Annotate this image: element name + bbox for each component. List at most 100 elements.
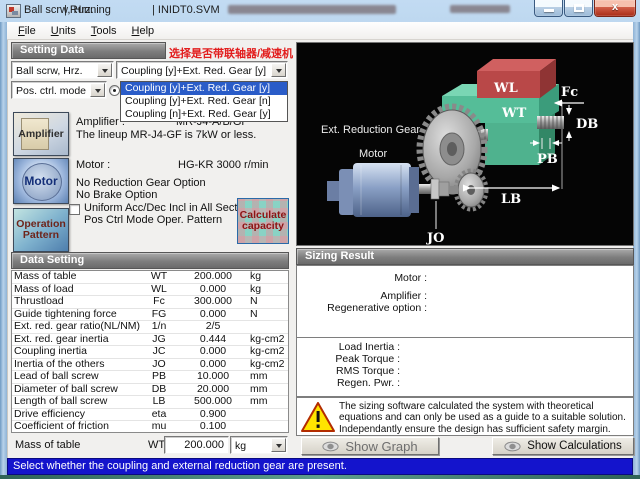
amplifier-note: The lineup MR-J4-GF is 7kW or less. xyxy=(76,129,256,141)
table-row[interactable]: Guide tightening force FG 0.000 N xyxy=(12,308,289,321)
row-unit: kg-cm2 xyxy=(248,333,289,346)
menu-item[interactable]: Help xyxy=(125,23,163,39)
row-symbol: LB xyxy=(140,396,178,409)
unit-select[interactable]: kg xyxy=(230,436,288,454)
maximize-button[interactable] xyxy=(564,0,593,17)
warning-box: The sizing software calculated the syste… xyxy=(296,397,634,436)
client-area: Setting Data 选择是否带联轴器/减速机 Ball scrw, Hrz… xyxy=(7,40,633,458)
mass-of-table-input[interactable]: 200.000 xyxy=(164,436,229,454)
uniform-accdec-label-line1: Uniform Acc/Dec Incl in All Sect. of xyxy=(84,202,253,214)
sizing-field-label: Regenerative option : xyxy=(297,302,427,314)
table-row[interactable]: Ext. red. gear ratio(NL/NM) 1/n 2/5 xyxy=(12,321,289,334)
coupling-select-value: Coupling [y]+Ext. Red. Gear [y] xyxy=(121,65,266,77)
titlebar-watermark xyxy=(450,5,510,13)
menu-item[interactable]: File xyxy=(11,23,44,39)
sizing-field-label: Regen. Pwr. : xyxy=(297,377,400,389)
row-label: Thrustload xyxy=(12,296,140,309)
title-bar[interactable]: Ball scrw, Hrz. | Running | INIDT0.SVM x xyxy=(0,0,640,22)
close-icon: x xyxy=(595,1,635,13)
calculate-capacity-button[interactable]: Calculatecapacity xyxy=(237,198,289,244)
mechanism-diagram: WL WT Fc DB PB LB JO Ext. Reduction Gear… xyxy=(296,42,634,246)
table-row[interactable]: Coefficient of friction mu 0.100 xyxy=(12,421,289,434)
row-symbol: JC xyxy=(140,346,178,359)
data-setting-header: Data Setting xyxy=(11,252,289,269)
row-symbol: WL xyxy=(140,283,178,296)
diagram-ext-gear-label: Ext. Reduction Gear xyxy=(321,124,420,136)
amplifier-button[interactable]: Amplifier xyxy=(13,112,69,156)
row-unit xyxy=(248,421,289,434)
window-frame-left xyxy=(0,22,7,479)
status-bar: Select whether the coupling and external… xyxy=(7,458,633,475)
table-row[interactable]: Mass of load WL 0.000 kg xyxy=(12,283,289,296)
operation-pattern-button[interactable]: OperationPattern xyxy=(13,208,69,252)
show-calculations-button[interactable]: Show Calculations xyxy=(492,437,634,455)
uniform-accdec-checkbox[interactable] xyxy=(69,204,80,215)
window-frame-right xyxy=(633,22,640,479)
row-symbol: WT xyxy=(140,271,178,283)
data-setting-table: Mass of table WT 200.000 kg Mass of load… xyxy=(11,270,289,433)
row-label: Inertia of the others xyxy=(12,358,140,371)
table-row[interactable]: Thrustload Fc 300.000 N xyxy=(12,296,289,309)
coupling-radio[interactable] xyxy=(109,85,120,96)
table-row[interactable]: Ext. red. gear inertia JG 0.444 kg-cm2 xyxy=(12,333,289,346)
app-icon xyxy=(6,4,21,18)
control-mode-select[interactable]: Pos. ctrl. mode xyxy=(11,81,107,99)
sizing-field-label: Motor : xyxy=(297,272,427,284)
table-row[interactable]: Diameter of ball screw DB 20.000 mm xyxy=(12,383,289,396)
window-file: | INIDT0.SVM xyxy=(152,4,220,16)
row-value: 500.000 xyxy=(178,396,248,409)
diagram-wt-label: WT xyxy=(501,106,527,121)
table-row[interactable]: Mass of table WT 200.000 kg xyxy=(12,271,289,283)
row-symbol: PB xyxy=(140,371,178,384)
table-row[interactable]: Lead of ball screw PB 10.000 mm xyxy=(12,371,289,384)
motor-button[interactable]: Motor xyxy=(13,158,69,204)
table-row[interactable]: Coupling inertia JC 0.000 kg-cm2 xyxy=(12,346,289,359)
eye-icon xyxy=(504,441,521,452)
diagram-wl-label: WL xyxy=(493,81,518,96)
minimize-button[interactable] xyxy=(534,0,563,17)
row-unit xyxy=(248,408,289,421)
show-graph-button[interactable]: Show Graph xyxy=(301,437,439,455)
maximize-icon xyxy=(574,4,584,12)
chevron-down-icon[interactable] xyxy=(271,438,286,452)
row-unit: kg-cm2 xyxy=(248,346,289,359)
row-unit: kg xyxy=(248,271,289,283)
dropdown-option[interactable]: Coupling [y]+Ext. Red. Gear [n] xyxy=(121,95,287,108)
row-label: Coefficient of friction xyxy=(12,421,140,434)
warning-line: equations and can only be used as a guid… xyxy=(339,412,626,423)
row-symbol: Fc xyxy=(140,296,178,309)
row-label: Ext. red. gear inertia xyxy=(12,333,140,346)
menu-item[interactable]: Tools xyxy=(84,23,125,39)
row-value: 0.000 xyxy=(178,308,248,321)
close-button[interactable]: x xyxy=(594,0,636,17)
sizing-field-label: RMS Torque : xyxy=(297,365,400,377)
coupling-select[interactable]: Coupling [y]+Ext. Red. Gear [y] xyxy=(116,61,288,79)
chevron-down-icon[interactable] xyxy=(271,63,286,77)
row-unit xyxy=(248,321,289,334)
motor-label: Motor : xyxy=(76,159,110,171)
menu-item[interactable]: Units xyxy=(44,23,84,39)
chevron-down-icon[interactable] xyxy=(97,63,112,77)
dropdown-option[interactable]: Coupling [y]+Ext. Red. Gear [y] xyxy=(121,82,287,95)
row-unit: mm xyxy=(248,383,289,396)
dropdown-option[interactable]: Coupling [n]+Ext. Red. Gear [y] xyxy=(121,108,287,121)
menu-bar: FileUnitsToolsHelp xyxy=(7,22,633,40)
divider xyxy=(297,337,633,338)
diagram-jo-label: JO xyxy=(426,231,444,245)
row-label: Coupling inertia xyxy=(12,346,140,359)
row-label: Length of ball screw xyxy=(12,396,140,409)
row-label: Mass of load xyxy=(12,283,140,296)
row-label: Drive efficiency xyxy=(12,408,140,421)
diagram-svg: WL WT Fc DB PB LB JO Ext. Reduction Gear… xyxy=(297,43,633,245)
row-value: 0.900 xyxy=(178,408,248,421)
row-unit: mm xyxy=(248,396,289,409)
table-row[interactable]: Drive efficiency eta 0.900 xyxy=(12,408,289,421)
row-label: Ext. red. gear ratio(NL/NM) xyxy=(12,321,140,334)
table-row[interactable]: Length of ball screw LB 500.000 mm xyxy=(12,396,289,409)
table-row[interactable]: Inertia of the others JO 0.000 kg-cm2 xyxy=(12,358,289,371)
chevron-down-icon[interactable] xyxy=(90,83,105,97)
row-label: Mass of table xyxy=(12,271,140,283)
row-value: 200.000 xyxy=(178,271,248,283)
mechanism-select[interactable]: Ball scrw, Hrz. xyxy=(11,61,114,79)
warning-line: The sizing software calculated the syste… xyxy=(339,401,626,412)
